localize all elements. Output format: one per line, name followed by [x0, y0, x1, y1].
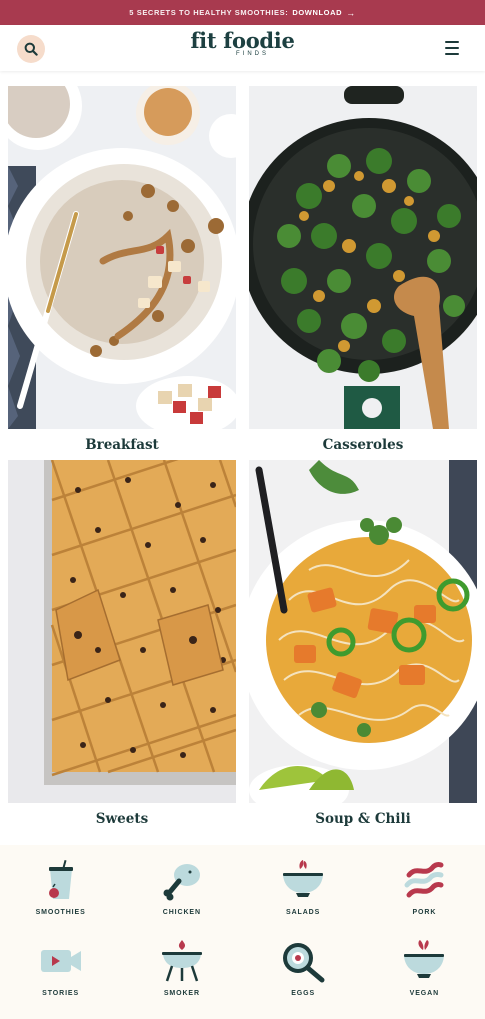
bacon-icon: [404, 862, 444, 898]
icon-label: SALADS: [286, 909, 321, 916]
banner-download-link[interactable]: DOWNLOAD: [292, 8, 342, 17]
site-logo[interactable]: fit foodie FINDS: [0, 28, 485, 58]
category-grid: Breakfast Casseroles Sweets Soup & Chili: [8, 86, 477, 834]
sweets-image: [8, 460, 236, 803]
logo-subtitle: FINDS: [236, 51, 269, 57]
soup-chili-image: [249, 460, 477, 803]
video-camera-icon: [40, 950, 81, 972]
category-label: Casseroles: [322, 436, 404, 453]
icon-label: CHICKEN: [162, 909, 201, 916]
chicken-leg-icon: [163, 864, 200, 901]
category-card-casseroles[interactable]: Casseroles: [249, 86, 477, 460]
icon-link-salads[interactable]: SALADS: [243, 855, 364, 916]
frying-pan-egg-icon: [283, 943, 325, 983]
icon-link-eggs[interactable]: EGGS: [243, 936, 364, 997]
icon-links: SMOOTHIES CHICKEN SALADS PORK STORIES SM…: [0, 855, 485, 997]
icon-link-vegan[interactable]: VEGAN: [364, 936, 485, 997]
icon-link-smoker[interactable]: SMOKER: [121, 936, 242, 997]
grill-icon: [161, 940, 202, 982]
icon-label: STORIES: [42, 990, 80, 997]
category-label: Breakfast: [85, 436, 159, 453]
category-label: Sweets: [95, 810, 149, 827]
category-label: Soup & Chili: [315, 810, 411, 827]
icon-label: VEGAN: [409, 990, 440, 997]
vegan-bowl-icon: [404, 940, 445, 978]
category-card-breakfast[interactable]: Breakfast: [8, 86, 236, 460]
banner-text: 5 SECRETS TO HEALTHY SMOOTHIES:: [129, 8, 289, 17]
icon-label: EGGS: [291, 990, 316, 997]
icon-link-stories[interactable]: STORIES: [0, 936, 121, 997]
breakfast-image: [8, 86, 236, 429]
icon-link-chicken[interactable]: CHICKEN: [121, 855, 242, 916]
logo-wordmark: fit foodie: [190, 28, 295, 53]
icon-label: SMOKER: [163, 990, 200, 997]
icon-label: SMOOTHIES: [35, 909, 86, 916]
site-header: fit foodie FINDS: [0, 25, 485, 71]
smoothie-icon: [48, 859, 73, 899]
promo-banner[interactable]: 5 SECRETS TO HEALTHY SMOOTHIES: DOWNLOAD…: [0, 0, 485, 25]
icon-link-pork[interactable]: PORK: [364, 855, 485, 916]
hamburger-menu-icon[interactable]: [445, 41, 459, 55]
category-card-sweets[interactable]: Sweets: [8, 460, 236, 834]
icon-link-smoothies[interactable]: SMOOTHIES: [0, 855, 121, 916]
icon-label: PORK: [412, 909, 437, 916]
salad-bowl-icon: [283, 860, 324, 897]
category-card-soup-chili[interactable]: Soup & Chili: [249, 460, 477, 834]
casseroles-image: [249, 86, 477, 429]
arrow-right-icon: →: [346, 7, 356, 18]
